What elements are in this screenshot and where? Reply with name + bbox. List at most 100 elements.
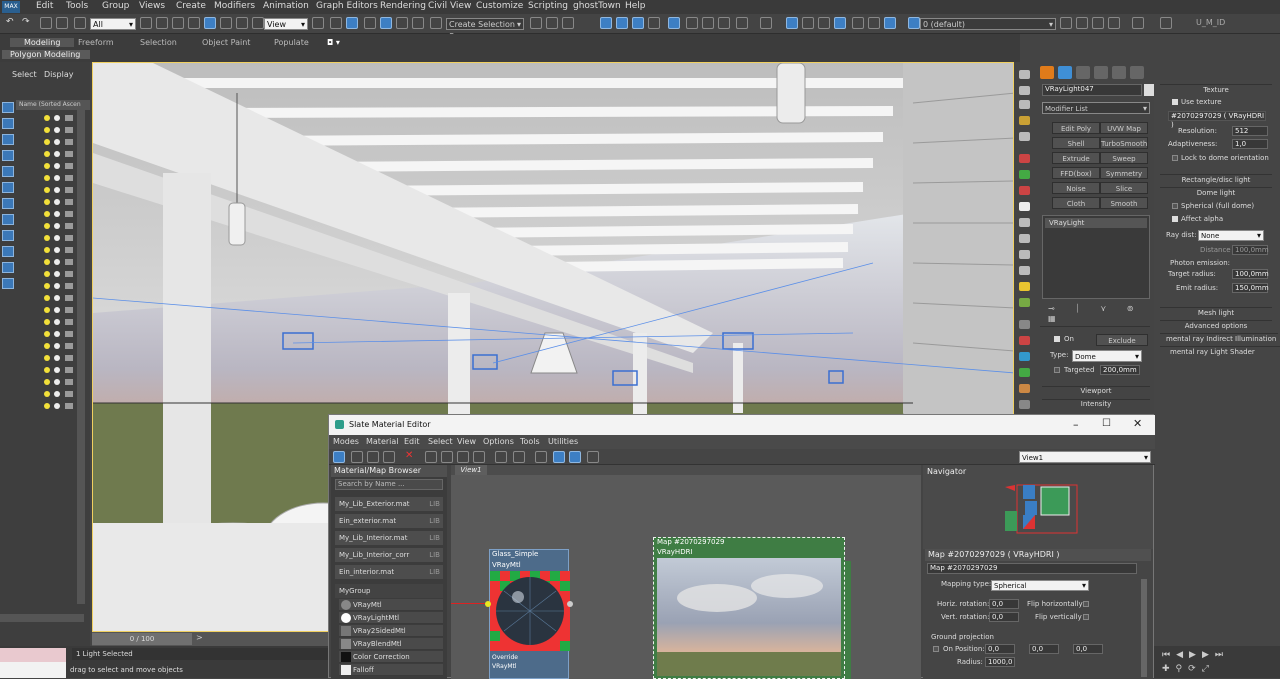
schematic-icon[interactable]	[668, 17, 680, 29]
ray-dist-dropdown[interactable]: None	[1198, 230, 1264, 241]
select-manipulate-icon[interactable]	[330, 17, 342, 29]
material-item[interactable]: VRayBlendMtl	[339, 638, 443, 650]
scene-list-hscrollbar[interactable]	[0, 614, 84, 622]
layout-tool-10-icon[interactable]	[1019, 218, 1030, 227]
node-output-bar[interactable]	[845, 561, 851, 679]
slate-menu-material[interactable]: Material	[366, 437, 399, 446]
hierarchy-tab-icon[interactable]	[1076, 66, 1090, 79]
adaptiveness-field[interactable]: 1,0	[1232, 139, 1268, 149]
spinner-snap-icon[interactable]	[412, 17, 424, 29]
node-view[interactable]: View1 Glass_Simple VRayMtl Override VRay…	[451, 465, 921, 679]
time-next-icon[interactable]: >	[196, 633, 203, 642]
motion-tab-icon[interactable]	[1094, 66, 1108, 79]
quick-align-icon[interactable]	[562, 17, 574, 29]
menu-group[interactable]: Group	[102, 1, 129, 11]
slate-titlebar[interactable]: Slate Material Editor – ☐ ✕	[329, 415, 1155, 435]
vray-toolbar-icon[interactable]	[760, 17, 772, 29]
display-tab-icon[interactable]	[1112, 66, 1126, 79]
slate-select-icon[interactable]	[333, 451, 345, 463]
close-icon[interactable]: ✕	[1133, 417, 1142, 430]
distance-field[interactable]: 100,0mm	[1232, 245, 1269, 255]
map-name-field[interactable]: Map #2070297029	[927, 563, 1137, 574]
material-item[interactable]: VRay2SidedMtl	[339, 625, 443, 637]
targeted-checkbox[interactable]	[1054, 367, 1060, 373]
texture-header[interactable]: Texture	[1160, 84, 1272, 94]
rect-disc-header[interactable]: Rectangle/disc light	[1160, 174, 1272, 184]
ribbon-tab-modeling[interactable]: Modeling	[10, 38, 75, 47]
group-header[interactable]: MyGroup	[335, 584, 443, 598]
param-scrollbar[interactable]	[1141, 579, 1147, 677]
maxscript-listener[interactable]	[0, 648, 66, 662]
pivot-icon[interactable]	[312, 17, 324, 29]
keyboard-shortcut-icon[interactable]	[346, 17, 358, 29]
align-icon[interactable]	[546, 17, 558, 29]
render-icon[interactable]	[736, 17, 748, 29]
light-type-dropdown[interactable]: Dome	[1072, 350, 1142, 363]
layout-tool-16-icon[interactable]	[1019, 320, 1030, 329]
tab-select[interactable]: Select	[12, 70, 37, 79]
ribbon-tab-populate[interactable]: Populate	[274, 38, 309, 47]
browser-search-input[interactable]: Search by Name ...	[335, 479, 443, 490]
layout-tool-14-icon[interactable]	[1019, 282, 1030, 291]
select-in-layer-icon[interactable]	[1092, 17, 1104, 29]
material-item[interactable]: VRayMtl	[339, 599, 443, 611]
layout-tool-15-icon[interactable]	[1019, 298, 1030, 307]
show-bg-icon[interactable]	[457, 451, 469, 463]
move-children-icon[interactable]	[425, 451, 437, 463]
selection-filter-dropdown[interactable]: All	[90, 18, 136, 31]
layout-children-icon[interactable]	[553, 451, 565, 463]
menu-animation[interactable]: Animation	[263, 1, 309, 11]
modifier-button[interactable]: TurboSmooth	[1100, 137, 1148, 149]
menu-modifiers[interactable]: Modifiers	[214, 1, 255, 11]
vray-vfb-icon[interactable]	[884, 17, 896, 29]
filter-xrefs-icon[interactable]	[2, 230, 14, 241]
add-to-layer-icon[interactable]	[1076, 17, 1088, 29]
library-item[interactable]: Ein_exterior.mat LIB	[335, 514, 443, 528]
slate-menu-options[interactable]: Options	[483, 437, 514, 446]
reference-coord-dropdown[interactable]: View	[264, 18, 308, 31]
ribbon-sub-polygon-modeling[interactable]: Polygon Modeling	[2, 50, 91, 59]
texture-map-button[interactable]: #2070297029 ( VRayHDRI )	[1168, 111, 1266, 129]
mapping-type-dropdown[interactable]: Spherical	[991, 580, 1089, 591]
emit-radius-field[interactable]: 150,0mm	[1232, 283, 1269, 293]
menu-graph-editors[interactable]: Graph Editors	[316, 1, 378, 11]
vrayhdri-node[interactable]: Map #2070297029 VRayHDRI	[653, 537, 845, 679]
material-item[interactable]: Color Correction	[339, 651, 443, 663]
horiz-rotation-field[interactable]: 0,0	[989, 599, 1019, 609]
advanced-options-header[interactable]: Advanced options	[1160, 320, 1272, 330]
select-icon[interactable]	[140, 17, 152, 29]
slate-menu-tools[interactable]: Tools	[520, 437, 540, 446]
ribbon-tab-freeform[interactable]: Freeform	[78, 38, 114, 47]
layout-tool-13-icon[interactable]	[1019, 266, 1030, 275]
ribbon-options-icon[interactable]: ◘ ▾	[327, 38, 340, 47]
time-slider-thumb[interactable]: 0 / 100	[92, 633, 192, 645]
render-frame-icon[interactable]	[718, 17, 730, 29]
filter-lights-icon[interactable]	[2, 150, 14, 161]
filter-groups-icon[interactable]	[2, 214, 14, 225]
column-header-name[interactable]: Name (Sorted Ascen	[16, 100, 90, 110]
modifier-button[interactable]: Sweep	[1100, 152, 1148, 164]
layer-explorer-icon[interactable]	[616, 17, 628, 29]
new-layer-icon[interactable]	[1060, 17, 1072, 29]
flip-v-checkbox[interactable]	[1083, 614, 1089, 620]
bind-icon[interactable]	[74, 17, 86, 29]
navigator-overview[interactable]	[1003, 481, 1083, 545]
unlink-icon[interactable]	[56, 17, 68, 29]
vray-light-icon[interactable]	[786, 17, 798, 29]
modifier-button[interactable]: Noise	[1052, 182, 1100, 194]
menu-create[interactable]: Create	[176, 1, 206, 11]
filter-bones-icon[interactable]	[2, 246, 14, 257]
percent-snap-icon[interactable]	[396, 17, 408, 29]
angle-snap-icon[interactable]	[380, 17, 392, 29]
input-socket[interactable]	[485, 601, 491, 607]
tab-display[interactable]: Display	[44, 70, 74, 79]
modifier-button[interactable]: Smooth	[1100, 197, 1148, 209]
filter-geometry-icon[interactable]	[2, 118, 14, 129]
modifier-stack[interactable]: VRayLight	[1042, 215, 1150, 299]
view-tab[interactable]: View1	[455, 465, 487, 475]
layout-tool-17-icon[interactable]	[1019, 336, 1030, 345]
delete-icon[interactable]: ✕	[405, 451, 417, 463]
target-radius-field[interactable]: 100,0mm	[1232, 269, 1269, 279]
ribbon-tab-selection[interactable]: Selection	[140, 38, 177, 47]
modifier-button[interactable]: Shell	[1052, 137, 1100, 149]
